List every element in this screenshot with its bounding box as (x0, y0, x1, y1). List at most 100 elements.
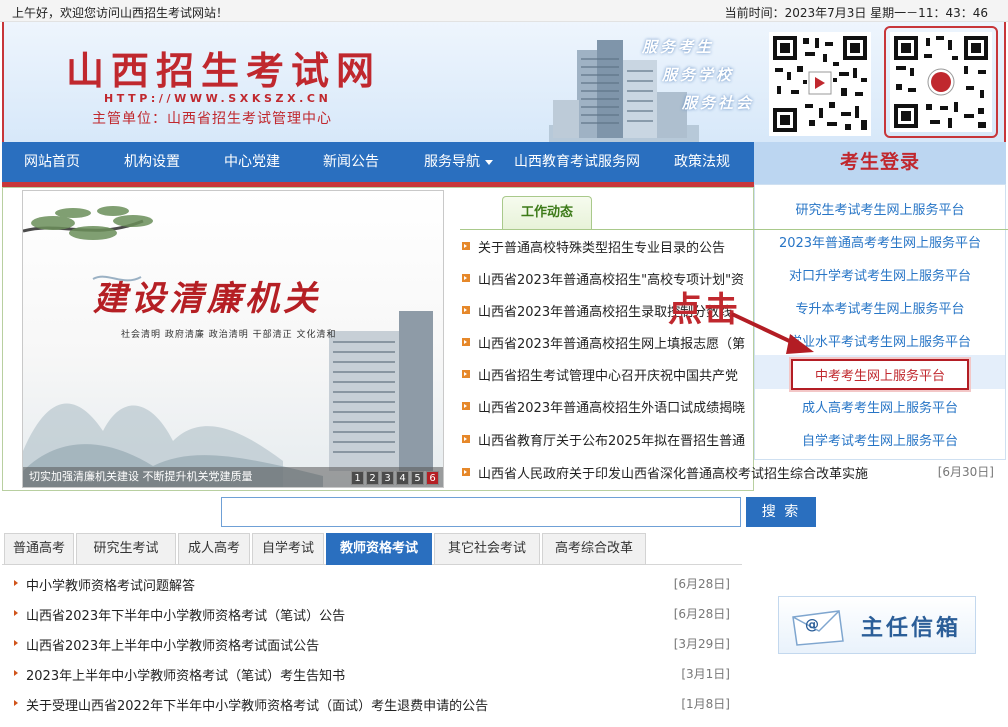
login-link-graduate[interactable]: 研究生考试考生网上服务平台 (755, 199, 1005, 218)
bullet-icon (14, 670, 18, 676)
item-date: [1月8日] (681, 697, 730, 711)
nav-item-organization[interactable]: 机构设置 (124, 142, 180, 182)
mailbox-label: 主任信箱 (861, 615, 962, 641)
item-date: [6月28日] (673, 577, 730, 591)
list-item[interactable]: 山西省教育厅关于公布2025年拟在晋招生普通 (462, 429, 1008, 449)
chevron-down-icon (485, 159, 493, 165)
banner-page-5[interactable]: 5 (411, 471, 424, 485)
bullet-icon (14, 700, 18, 706)
nav-item-party[interactable]: 中心党建 (224, 142, 280, 182)
nav-item-service-guide[interactable]: 服务导航 (424, 142, 493, 182)
category-tabs: 普通高考 研究生考试 成人高考 自学考试 教师资格考试 其它社会考试 高考综合改… (2, 531, 742, 565)
slogan-2: 服务学校 (662, 66, 735, 84)
banner-page-3[interactable]: 3 (381, 471, 394, 485)
item-title: 山西省2023年上半年中小学教师资格考试面试公告 (26, 639, 320, 654)
nav-label: 中心党建 (224, 154, 280, 170)
news-title: 山西省教育厅关于公布2025年拟在晋招生普通 (478, 434, 746, 449)
news-title: 关于普通高校特殊类型招生专业目录的公告 (478, 241, 726, 256)
nav-item-news[interactable]: 新闻公告 (323, 142, 379, 182)
list-item[interactable]: 关于受理山西省2022年下半年中小学教师资格考试（面试）考生退费申请的公告 [1月… (14, 693, 736, 715)
item-date: [3月29日] (673, 637, 730, 651)
item-title: 关于受理山西省2022年下半年中小学教师资格考试（面试）考生退费申请的公告 (26, 699, 489, 714)
banner-page-6[interactable]: 6 (426, 471, 439, 485)
tab-reform[interactable]: 高考综合改革 (542, 533, 646, 565)
news-title: 山西省招生考试管理中心召开庆祝中国共产党 (478, 369, 739, 384)
list-item[interactable]: 山西省2023年上半年中小学教师资格考试面试公告 [3月29日] (14, 633, 736, 655)
list-item[interactable]: 中小学教师资格考试问题解答 [6月28日] (14, 573, 736, 595)
bullet-icon (462, 402, 470, 410)
current-time: 当前时间：2023年7月3日 星期一－11：43：46 (724, 6, 988, 20)
main-nav: 网站首页 机构设置 中心党建 新闻公告 服务导航 山西教育考试服务网 政策法规 (2, 142, 754, 182)
top-bar: 上午好，欢迎您访问山西招生考试网站！ 当前时间：2023年7月3日 星期一－11… (0, 0, 1008, 22)
nav-label: 新闻公告 (323, 154, 379, 170)
list-item[interactable]: 山西省人民政府关于印发山西省深化普通高校考试招生综合改革实施 [6月30日] (462, 462, 1008, 482)
banner-page-2[interactable]: 2 (366, 471, 379, 485)
list-item[interactable]: 2023年上半年中小学教师资格考试（笔试）考生告知书 [3月1日] (14, 663, 736, 685)
bullet-icon (462, 435, 470, 443)
svg-text:@: @ (805, 617, 819, 633)
banner-title: 建设清廉机关 (93, 279, 321, 319)
tab-work-news[interactable]: 工作动态 (502, 196, 592, 230)
item-date: [3月1日] (681, 667, 730, 681)
nav-label: 山西教育考试服务网 (514, 154, 640, 170)
slogan-3: 服务社会 (682, 94, 755, 112)
news-tab-divider (460, 229, 1008, 230)
bullet-icon (14, 640, 18, 646)
slogan-1: 服务考生 (642, 38, 715, 56)
search-button[interactable]: 搜 索 (746, 497, 816, 527)
site-title[interactable]: 山西招生考试网 (66, 40, 381, 95)
arrow-icon (731, 312, 814, 354)
nav-item-home[interactable]: 网站首页 (24, 142, 80, 182)
nav-label: 网站首页 (24, 154, 80, 170)
item-title: 山西省2023年下半年中小学教师资格考试（笔试）公告 (26, 609, 346, 624)
login-link-label: 研究生考试考生网上服务平台 (795, 203, 965, 218)
site-url: HTTP://WWW.SXKSZX.CN (104, 92, 332, 105)
nav-item-exam-service[interactable]: 山西教育考试服务网 (514, 142, 640, 182)
item-title: 2023年上半年中小学教师资格考试（笔试）考生告知书 (26, 669, 346, 684)
bullet-icon (462, 370, 470, 378)
tab-teacher-qualification[interactable]: 教师资格考试 (326, 533, 432, 565)
banner-page-4[interactable]: 4 (396, 471, 409, 485)
slogans: 服务考生 服务学校 服务社会 (642, 36, 762, 126)
bullet-icon (14, 580, 18, 586)
bullet-icon (462, 274, 470, 282)
banner-slideshow[interactable]: 建设清廉机关 社会清明 政府清廉 政治清明 干部清正 文化清和 切实加强清廉机关… (22, 190, 444, 488)
bullet-icon (462, 338, 470, 346)
search-input[interactable] (221, 497, 741, 527)
nav-item-policy[interactable]: 政策法规 (674, 142, 730, 182)
bullet-icon (462, 306, 470, 314)
tab-adult-exam[interactable]: 成人高考 (178, 533, 250, 565)
director-mailbox[interactable]: @ 主任信箱 (778, 596, 976, 654)
banner-pager: 1 2 3 4 5 6 (351, 471, 439, 485)
bullet-icon (14, 610, 18, 616)
office-building-image (329, 311, 433, 471)
list-item[interactable]: 山西省招生考试管理中心召开庆祝中国共产党 (462, 364, 1008, 384)
item-title: 中小学教师资格考试问题解答 (26, 579, 196, 594)
list-item[interactable]: 山西省2023年普通高校招生外语口试成绩揭晓 (462, 396, 1008, 416)
news-title: 山西省2023年普通高校招生网上填报志愿（第 (478, 337, 746, 352)
envelope-icon: @ (792, 610, 844, 646)
list-item[interactable]: 关于普通高校特殊类型招生专业目录的公告 (462, 236, 1008, 256)
site-sponsor: 主管单位：山西省招生考试管理中心 (92, 111, 332, 127)
qr-code-wechat[interactable] (769, 32, 871, 136)
nav-label: 政策法规 (674, 154, 730, 170)
greeting-text: 上午好，欢迎您访问山西招生考试网站！ (12, 6, 229, 20)
banner-page-1[interactable]: 1 (351, 471, 364, 485)
item-date: [6月28日] (673, 607, 730, 621)
banner-subtitle: 社会清明 政府清廉 政治清明 干部清正 文化清和 (121, 330, 337, 340)
bullet-icon (462, 242, 470, 250)
tab-other-exams[interactable]: 其它社会考试 (434, 533, 540, 565)
site-header: 山西招生考试网 HTTP://WWW.SXKSZX.CN 主管单位：山西省招生考… (2, 22, 1006, 142)
tab-graduate-exam[interactable]: 研究生考试 (76, 533, 176, 565)
tab-gaokao[interactable]: 普通高考 (4, 533, 74, 565)
list-item[interactable]: 山西省2023年下半年中小学教师资格考试（笔试）公告 [6月28日] (14, 603, 736, 625)
qr-code-service[interactable] (890, 32, 992, 132)
nav-label: 服务导航 (424, 154, 480, 170)
news-title: 山西省人民政府关于印发山西省深化普通高校考试招生综合改革实施 (478, 467, 869, 482)
news-date: [6月30日] (937, 465, 994, 479)
nav-label: 机构设置 (124, 154, 180, 170)
login-title[interactable]: 考生登录 (754, 142, 1006, 184)
bullet-icon (462, 468, 470, 476)
news-title: 山西省2023年普通高校招生外语口试成绩揭晓 (478, 401, 746, 416)
tab-self-study[interactable]: 自学考试 (252, 533, 324, 565)
